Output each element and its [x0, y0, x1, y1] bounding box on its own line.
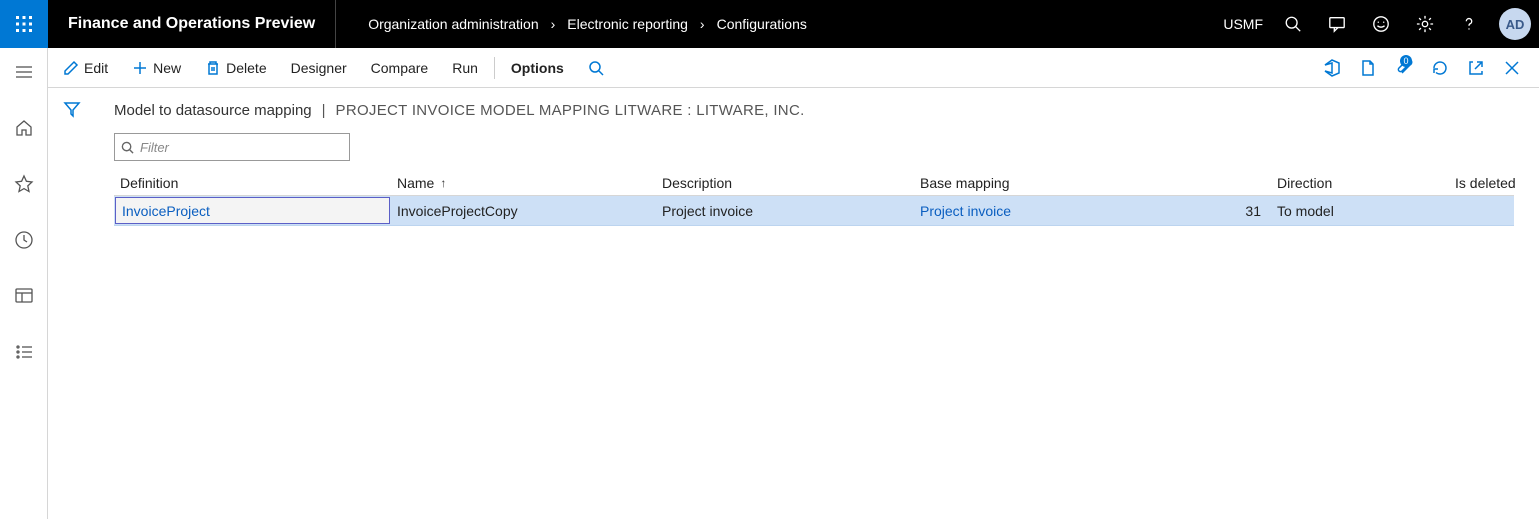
edit-label: Edit	[84, 60, 108, 76]
filter-pane-toggle[interactable]	[63, 100, 81, 519]
nav-recent[interactable]	[8, 224, 40, 256]
cell-base-mapping-num[interactable]: 31	[1123, 196, 1271, 225]
run-button[interactable]: Run	[440, 48, 490, 87]
page-search-button[interactable]	[576, 48, 616, 87]
refresh-icon	[1431, 59, 1449, 77]
cell-definition[interactable]: InvoiceProject	[115, 197, 390, 224]
grid-header: Definition Name ↑ Description Base mappi…	[114, 171, 1514, 196]
messages-button[interactable]	[1315, 0, 1359, 48]
smiley-icon	[1372, 15, 1390, 33]
attachments-button[interactable]: 0	[1386, 48, 1422, 88]
cell-base-mapping[interactable]: Project invoice	[914, 196, 1123, 225]
funnel-icon	[63, 100, 81, 118]
nav-modules[interactable]	[8, 336, 40, 368]
col-direction[interactable]: Direction	[1271, 171, 1449, 195]
new-button[interactable]: New	[120, 48, 193, 87]
cell-is-deleted[interactable]	[1449, 196, 1539, 225]
open-in-excel-button[interactable]	[1350, 48, 1386, 88]
quick-filter[interactable]	[114, 133, 350, 161]
avatar[interactable]: AD	[1499, 8, 1531, 40]
chevron-right-icon: ›	[551, 16, 556, 32]
plus-icon	[132, 60, 148, 76]
col-base-mapping[interactable]: Base mapping	[914, 171, 1123, 195]
col-name[interactable]: Name ↑	[391, 171, 656, 195]
col-description[interactable]: Description	[656, 171, 914, 195]
cell-name[interactable]: InvoiceProjectCopy	[391, 196, 656, 225]
command-bar: Edit New Delete Designer Compare Run Opt…	[48, 48, 1539, 88]
cell-description[interactable]: Project invoice	[656, 196, 914, 225]
compare-label: Compare	[371, 60, 429, 76]
popout-icon	[1467, 59, 1485, 77]
popout-button[interactable]	[1458, 48, 1494, 88]
edit-button[interactable]: Edit	[51, 48, 120, 87]
page-heading: Model to datasource mapping | PROJECT IN…	[114, 102, 1521, 119]
breadcrumb-org-admin[interactable]: Organization administration	[368, 16, 538, 32]
top-bar: Finance and Operations Preview Organizat…	[0, 0, 1539, 48]
compare-button[interactable]: Compare	[359, 48, 441, 87]
separator	[494, 57, 495, 79]
page-content: Model to datasource mapping | PROJECT IN…	[96, 88, 1539, 519]
attachments-badge: 0	[1400, 55, 1412, 67]
designer-label: Designer	[291, 60, 347, 76]
designer-button[interactable]: Designer	[279, 48, 359, 87]
filter-input[interactable]	[140, 140, 343, 155]
search-icon	[588, 60, 604, 76]
cell-direction[interactable]: To model	[1271, 196, 1449, 225]
gear-icon	[1416, 15, 1434, 33]
company-label[interactable]: USMF	[1215, 16, 1271, 32]
chevron-right-icon: ›	[700, 16, 705, 32]
search-icon	[1284, 15, 1302, 33]
delete-label: Delete	[226, 60, 266, 76]
breadcrumb: Organization administration › Electronic…	[336, 16, 1215, 32]
pencil-icon	[63, 60, 79, 76]
waffle-icon	[15, 15, 33, 33]
modules-icon	[14, 342, 34, 362]
top-right: USMF AD	[1215, 0, 1539, 48]
breadcrumb-electronic-reporting[interactable]: Electronic reporting	[567, 16, 688, 32]
page-title: Model to datasource mapping	[114, 102, 312, 119]
close-icon	[1503, 59, 1521, 77]
table-row[interactable]: InvoiceProject InvoiceProjectCopy Projec…	[114, 196, 1514, 226]
options-label: Options	[511, 60, 564, 76]
refresh-button[interactable]	[1422, 48, 1458, 88]
nav-workspaces[interactable]	[8, 280, 40, 312]
settings-button[interactable]	[1403, 0, 1447, 48]
clock-icon	[14, 230, 34, 250]
workspace-icon	[14, 286, 34, 306]
filter-rail	[48, 88, 96, 519]
feedback-button[interactable]	[1359, 0, 1403, 48]
page-subtitle: PROJECT INVOICE MODEL MAPPING LITWARE : …	[336, 102, 805, 119]
heading-separator: |	[322, 102, 326, 119]
help-icon	[1460, 15, 1478, 33]
delete-button[interactable]: Delete	[193, 48, 278, 87]
col-definition[interactable]: Definition	[114, 171, 391, 195]
new-label: New	[153, 60, 181, 76]
col-name-label: Name	[397, 175, 434, 191]
run-label: Run	[452, 60, 478, 76]
close-button[interactable]	[1494, 48, 1530, 88]
document-icon	[1359, 59, 1377, 77]
nav-toggle[interactable]	[8, 56, 40, 88]
app-launcher[interactable]	[0, 0, 48, 48]
hamburger-icon	[14, 62, 34, 82]
home-icon	[14, 118, 34, 138]
options-button[interactable]: Options	[499, 48, 576, 87]
trash-icon	[205, 60, 221, 76]
sort-asc-icon: ↑	[440, 176, 446, 190]
star-icon	[14, 174, 34, 194]
breadcrumb-configurations[interactable]: Configurations	[717, 16, 807, 32]
search-icon	[121, 141, 134, 154]
left-rail	[0, 48, 48, 519]
col-base-mapping-num[interactable]	[1123, 171, 1271, 195]
nav-home[interactable]	[8, 112, 40, 144]
nav-favorites[interactable]	[8, 168, 40, 200]
app-title: Finance and Operations Preview	[48, 0, 336, 48]
chat-icon	[1328, 15, 1346, 33]
help-button[interactable]	[1447, 0, 1491, 48]
office-button[interactable]	[1314, 48, 1350, 88]
grid: Definition Name ↑ Description Base mappi…	[114, 171, 1514, 226]
search-button[interactable]	[1271, 0, 1315, 48]
col-is-deleted[interactable]: Is deleted	[1449, 171, 1539, 195]
office-icon	[1323, 59, 1341, 77]
